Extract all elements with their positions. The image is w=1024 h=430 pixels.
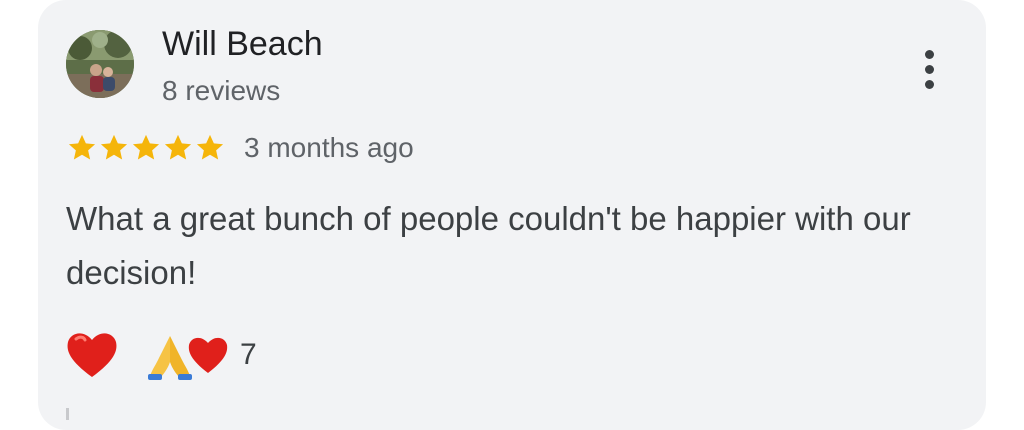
- rating-row: 3 months ago: [66, 128, 414, 168]
- more-vertical-icon: [924, 49, 934, 59]
- heart-reaction-button[interactable]: [64, 327, 120, 383]
- star-rating: [66, 132, 226, 164]
- star-icon: [132, 134, 160, 160]
- more-options-button[interactable]: [910, 44, 948, 94]
- reactions-row: 7: [64, 326, 257, 384]
- star-icon: [100, 134, 128, 160]
- star-icon: [68, 134, 96, 160]
- review-text: What a great bunch of people couldn't be…: [66, 200, 911, 291]
- star-icon: [164, 134, 192, 160]
- divider: [66, 408, 69, 420]
- reaction-summary-button[interactable]: 7: [148, 330, 257, 380]
- review-date: 3 months ago: [244, 132, 414, 163]
- author-name[interactable]: Will Beach: [162, 24, 323, 64]
- star-icon: [196, 134, 224, 160]
- reaction-count: 7: [240, 338, 257, 371]
- author-avatar[interactable]: [66, 30, 134, 98]
- red-heart-small-icon: [188, 337, 228, 373]
- author-review-count: 8 reviews: [162, 75, 281, 106]
